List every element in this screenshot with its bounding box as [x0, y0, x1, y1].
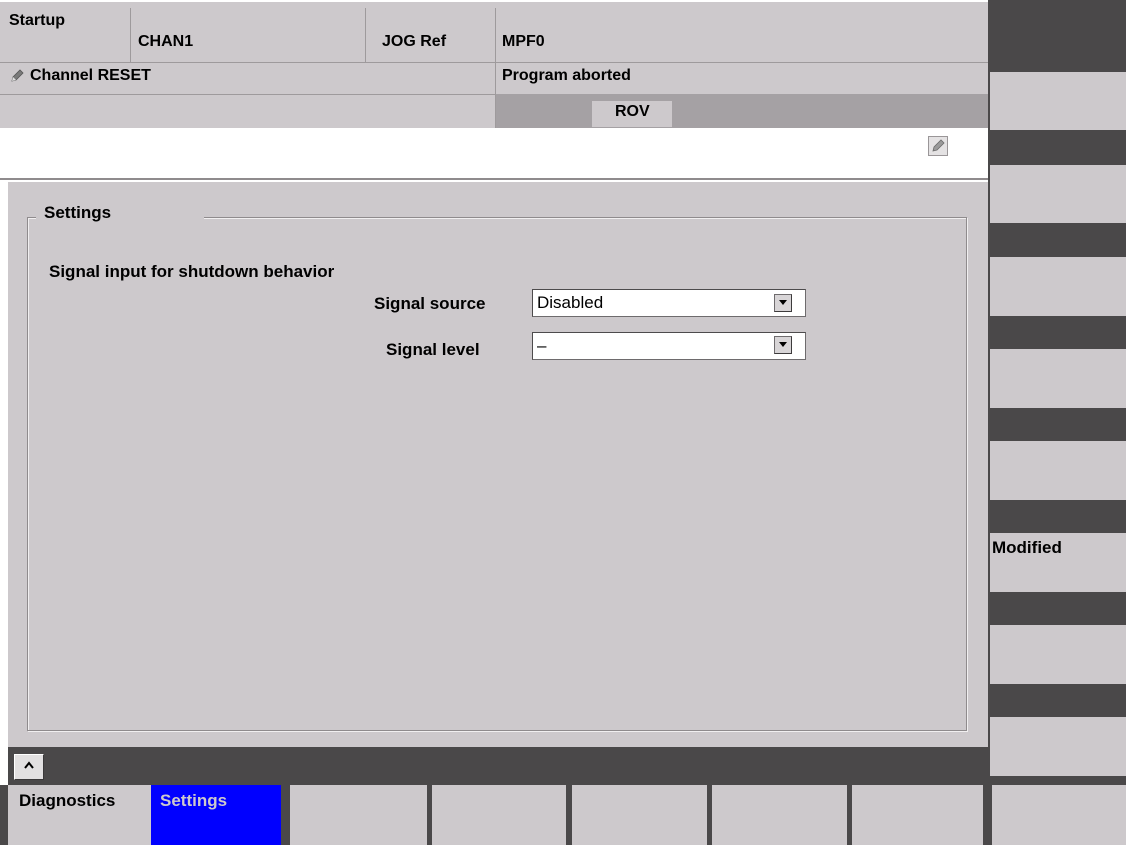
hsk-6[interactable] — [711, 785, 847, 845]
channel-status: Channel RESET — [30, 67, 151, 84]
signal-level-value: – — [537, 336, 547, 355]
groupbox-title: Settings — [36, 203, 204, 223]
program-label: MPF0 — [502, 33, 545, 50]
signal-source-label: Signal source — [374, 294, 486, 313]
vsk-7[interactable] — [990, 625, 1126, 684]
vsk-8[interactable] — [990, 717, 1126, 776]
vsk-3[interactable] — [990, 257, 1126, 316]
signal-source-value: Disabled — [537, 293, 604, 312]
rov-label: ROV — [615, 103, 650, 120]
signal-level-dropdown[interactable]: – — [532, 332, 806, 360]
hsk-2[interactable]: Settings — [151, 785, 281, 845]
hsk-7[interactable] — [851, 785, 983, 845]
rov-band — [496, 94, 988, 128]
settings-groupbox — [27, 217, 967, 731]
hsk-2-label: Settings — [160, 791, 228, 810]
signal-level-label: Signal level — [386, 340, 480, 359]
signal-source-dropdown[interactable]: Disabled — [532, 289, 806, 317]
vsk-2[interactable] — [990, 165, 1126, 223]
header-divider — [365, 8, 366, 62]
hsk-8[interactable] — [991, 785, 1126, 845]
vsk-5[interactable] — [990, 441, 1126, 500]
chevron-down-icon[interactable] — [774, 336, 792, 354]
vsk-1[interactable] — [990, 72, 1126, 130]
hsk-1[interactable]: Diagnostics — [8, 785, 151, 845]
recall-up-icon[interactable] — [14, 754, 44, 780]
hsk-1-label: Diagnostics — [19, 791, 116, 810]
hsk-5[interactable] — [571, 785, 707, 845]
hsk-3[interactable] — [289, 785, 427, 845]
edit-icon — [928, 136, 948, 156]
recall-bar — [0, 747, 988, 785]
header-divider — [0, 62, 988, 63]
channel-label: CHAN1 — [138, 33, 194, 50]
vsk-6-label: Modified — [992, 538, 1062, 557]
header-divider — [130, 8, 131, 62]
pencil-icon — [9, 68, 25, 84]
chevron-down-icon[interactable] — [774, 294, 792, 312]
area-label: Startup — [9, 12, 65, 29]
mode-label: JOG Ref — [382, 33, 447, 50]
top-border — [0, 0, 988, 2]
program-status: Program aborted — [502, 67, 631, 84]
hsk-4[interactable] — [431, 785, 566, 845]
section-title: Signal input for shutdown behavior — [49, 262, 335, 281]
header-divider — [0, 94, 495, 95]
vsk-4[interactable] — [990, 349, 1126, 408]
message-line — [0, 128, 988, 180]
vsk-6[interactable]: Modified — [990, 533, 1126, 592]
